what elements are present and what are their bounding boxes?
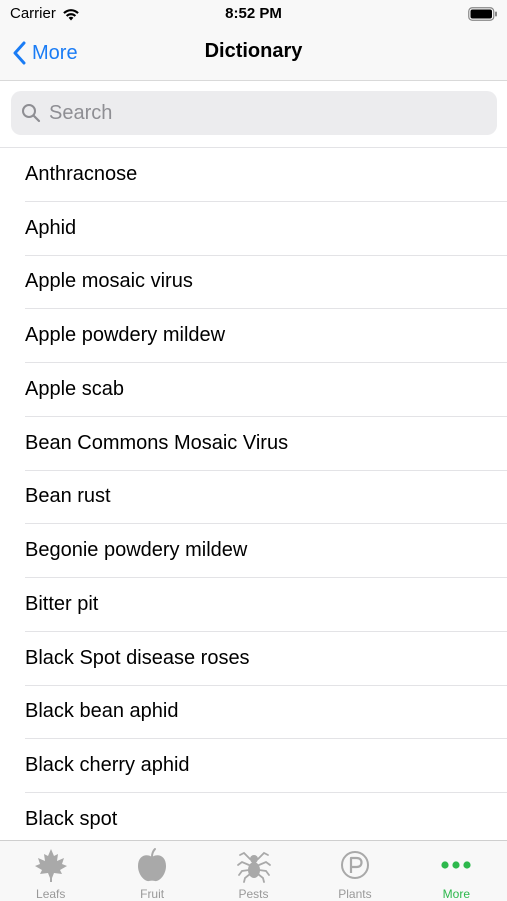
maple-leaf-icon [31,847,71,883]
p-circle-icon [335,847,375,883]
status-bar: Carrier 8:52 PM [0,0,507,28]
list-item[interactable]: Black Spot disease roses [25,632,507,686]
search-bar[interactable] [11,91,497,135]
list-item[interactable]: Bean rust [25,471,507,525]
search-input[interactable] [47,100,481,126]
tab-more[interactable]: More [406,841,507,901]
list-item[interactable]: Black bean aphid [25,686,507,740]
list-item[interactable]: Apple powdery mildew [25,309,507,363]
page-title: Dictionary [204,40,303,62]
spider-icon [234,847,274,883]
tab-fruit[interactable]: Fruit [101,841,202,901]
list-item[interactable]: Apple mosaic virus [25,256,507,310]
dictionary-list: Anthracnose Aphid Apple mosaic virus App… [0,148,507,840]
top-bar: Carrier 8:52 PM More Dictionary [0,0,507,81]
list-item[interactable]: Apple scab [25,363,507,417]
tab-leafs[interactable]: Leafs [0,841,101,901]
more-dots-icon [436,847,476,883]
list-item[interactable]: Aphid [25,202,507,256]
tab-plants[interactable]: Plants [304,841,405,901]
search-icon [21,103,41,123]
list-item[interactable]: Bitter pit [25,578,507,632]
list-item[interactable]: Black spot [25,793,507,840]
navigation-bar: More Dictionary [0,28,507,78]
list-item[interactable]: Begonie powdery mildew [25,524,507,578]
tab-label: Plants [338,887,372,901]
battery-icon [468,7,498,21]
tab-pests[interactable]: Pests [203,841,304,901]
list-item[interactable]: Anthracnose [25,148,507,202]
tab-label: Leafs [36,887,66,901]
list-item[interactable]: Black cherry aphid [25,739,507,793]
tab-bar: Leafs Fruit Pests Plants More [0,840,507,901]
tab-label: More [442,887,470,901]
tab-label: Pests [238,887,269,901]
tab-label: Fruit [140,887,165,901]
apple-icon [132,847,172,883]
status-time: 8:52 PM [225,5,282,22]
list-item[interactable]: Bean Commons Mosaic Virus [25,417,507,471]
